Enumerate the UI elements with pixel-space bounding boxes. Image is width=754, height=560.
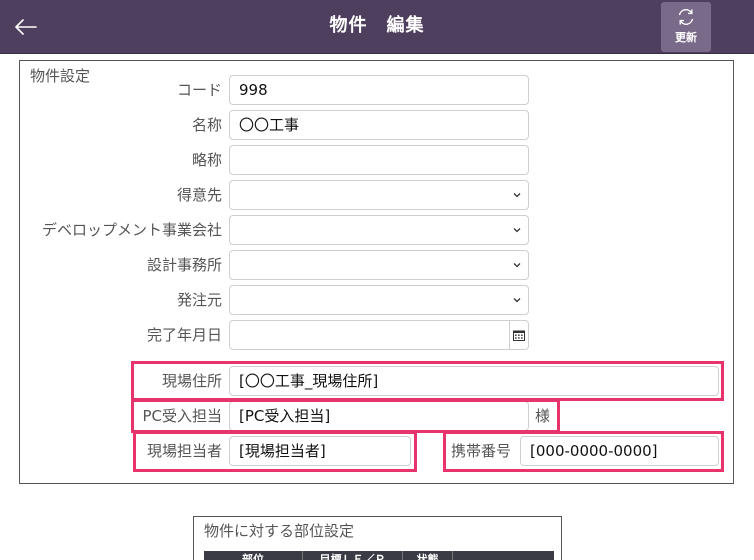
code-input[interactable]: 998: [229, 75, 529, 105]
orderer-select[interactable]: [229, 285, 529, 315]
pc-receiver-input[interactable]: [PC受入担当]: [229, 401, 529, 431]
completion-date-label: 完了年月日: [146, 326, 222, 344]
calendar-icon[interactable]: [513, 330, 525, 341]
column-header: 状態: [403, 551, 453, 560]
completion-date-input[interactable]: [229, 320, 529, 350]
page-title: 物件 編集: [329, 15, 425, 36]
short-name-label: 略称: [191, 151, 222, 169]
name-label: 名称: [191, 116, 222, 134]
column-header: 目標ＬＥ／Ｐ: [303, 551, 403, 560]
site-manager-input[interactable]: [現場担当者]: [229, 436, 411, 466]
site-address-input[interactable]: [〇〇工事_現場住所]: [229, 366, 719, 396]
part-settings-panel: 物件に対する部位設定 部位 目標ＬＥ／Ｐ 状態: [193, 516, 562, 560]
name-input[interactable]: 〇〇工事: [229, 110, 529, 140]
panel-title: 物件設定: [30, 67, 91, 85]
refresh-label: 更新: [675, 31, 697, 44]
chevron-down-icon: [513, 263, 521, 268]
column-header: [453, 551, 554, 560]
mobile-number-label: 携帯番号: [451, 442, 512, 460]
property-settings-panel: 物件設定 コード 998 名称 〇〇工事 略称 得意先 デベロップメント事業会社…: [19, 60, 734, 484]
column-header: 部位: [204, 551, 303, 560]
chevron-down-icon: [513, 193, 521, 198]
part-table-header: 部位 目標ＬＥ／Ｐ 状態: [204, 551, 554, 560]
chevron-down-icon: [513, 228, 521, 233]
site-address-label: 現場住所: [161, 372, 222, 390]
mobile-number-input[interactable]: [000-0000-0000]: [520, 436, 719, 466]
orderer-label: 発注元: [176, 291, 222, 309]
design-office-label: 設計事務所: [146, 256, 222, 274]
back-button[interactable]: [8, 10, 44, 44]
refresh-button[interactable]: 更新: [661, 2, 711, 52]
honorific-suffix: 様: [535, 407, 551, 425]
design-office-select[interactable]: [229, 250, 529, 280]
refresh-icon: [678, 9, 694, 25]
date-divider: [509, 321, 510, 349]
customer-label: 得意先: [176, 186, 222, 204]
sub-panel-title: 物件に対する部位設定: [204, 522, 355, 540]
arrow-left-icon: [15, 19, 37, 35]
customer-select[interactable]: [229, 180, 529, 210]
developer-select[interactable]: [229, 215, 529, 245]
site-manager-label: 現場担当者: [146, 442, 222, 460]
code-label: コード: [176, 81, 222, 99]
pc-receiver-label: PC受入担当: [142, 407, 222, 425]
short-name-input[interactable]: [229, 145, 529, 175]
developer-label: デベロップメント事業会社: [41, 221, 222, 239]
top-bar: 物件 編集 更新: [0, 0, 754, 54]
chevron-down-icon: [513, 298, 521, 303]
